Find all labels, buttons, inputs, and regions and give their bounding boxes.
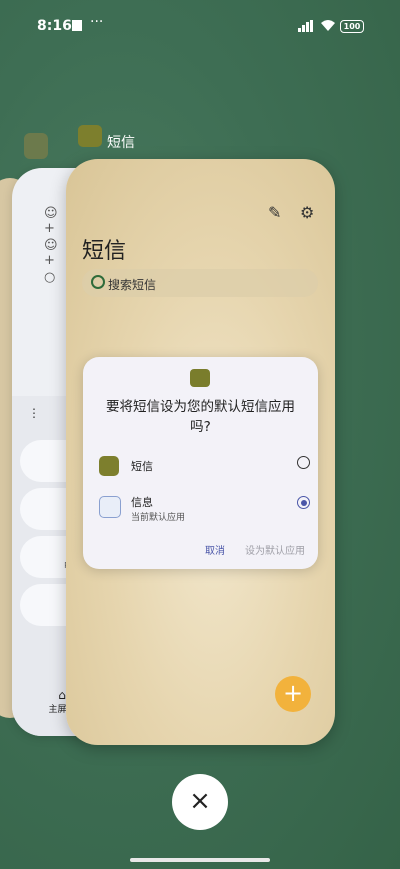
- sms-app-icon: [190, 369, 210, 387]
- search-placeholder: 搜索短信: [108, 278, 157, 292]
- wifi-icon: [321, 20, 335, 31]
- settings-icon[interactable]: ⚙: [300, 203, 314, 222]
- clock: 8:16: [37, 18, 72, 34]
- messages-app-icon: [99, 496, 121, 518]
- option-label: 信息: [131, 496, 153, 509]
- add-contact-icon: ☺+: [44, 206, 58, 236]
- search-icon: [91, 275, 105, 289]
- game-app-icon: [24, 133, 48, 159]
- dialog-title: 要将短信设为您的默认短信应用吗?: [106, 399, 295, 435]
- add-contact-icon: ☺+: [44, 238, 58, 268]
- clean-brush-icon[interactable]: ✎: [268, 203, 281, 222]
- signal-icon: [298, 20, 313, 32]
- radio-button[interactable]: [297, 496, 310, 509]
- option-label: 短信: [131, 460, 153, 473]
- cancel-button[interactable]: 取消: [205, 542, 225, 557]
- gesture-bar[interactable]: [130, 858, 270, 862]
- sms-app-icon: [78, 125, 102, 147]
- more-notifications-indicator: ···: [90, 14, 104, 30]
- close-all-button[interactable]: ×: [172, 774, 228, 830]
- recents-app-label: 短信: [107, 135, 135, 151]
- battery-icon: 100: [340, 20, 364, 33]
- sms-app-icon: [99, 456, 119, 476]
- status-bar: 8:16 ··· 100: [0, 0, 400, 52]
- more-icon: ⋮: [28, 406, 40, 420]
- option-sms[interactable]: 短信: [99, 452, 310, 486]
- option-sub: 当前默认应用: [131, 513, 186, 523]
- page-title: 短信: [82, 239, 127, 264]
- radio-button[interactable]: [297, 456, 310, 469]
- search-input[interactable]: 搜索短信: [82, 269, 318, 297]
- option-messages[interactable]: 信息 当前默认应用: [99, 492, 310, 526]
- chat-bubble-icon: ○: [44, 270, 56, 285]
- set-default-button[interactable]: 设为默认应用: [245, 542, 305, 557]
- compose-button[interactable]: +: [275, 676, 311, 712]
- notification-icon: [72, 20, 82, 31]
- default-sms-dialog: 要将短信设为您的默认短信应用吗? 短信 信息 当前默认应用 取消 设为默认应用: [83, 357, 318, 569]
